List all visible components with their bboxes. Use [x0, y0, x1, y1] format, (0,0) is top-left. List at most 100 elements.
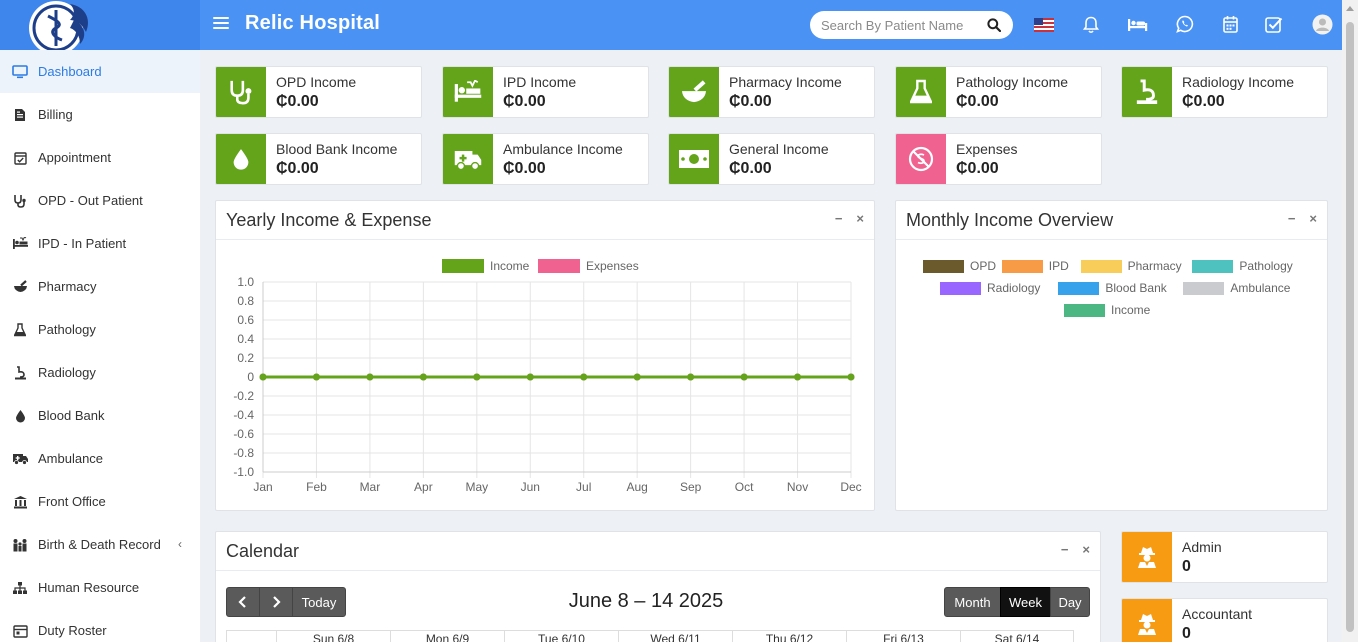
box-icon-bg	[669, 67, 719, 117]
ambulance-income-box[interactable]: Ambulance Income ₵0.00	[442, 133, 649, 185]
expenses-box[interactable]: Expenses ₵0.00	[895, 133, 1102, 185]
day-header: Mon 6/9	[390, 631, 504, 642]
patient-search	[810, 11, 1013, 39]
sidebar-item-label: Front Office	[38, 494, 106, 509]
sidebar-item-birth-death-record[interactable]: Birth & Death Record ‹	[0, 523, 200, 566]
sidebar-item-pharmacy[interactable]: Pharmacy	[0, 265, 200, 308]
opd-income-box[interactable]: OPD Income ₵0.00	[215, 66, 422, 118]
bell-icon[interactable]	[1083, 16, 1099, 34]
procedures-icon	[12, 237, 28, 249]
legend-label: Income	[1111, 303, 1151, 317]
family-icon	[13, 538, 27, 551]
box-value: ₵0.00	[956, 93, 999, 110]
legend-label: Income	[490, 259, 530, 273]
bed-icon[interactable]	[1127, 17, 1148, 32]
x-tick-label: Dec	[840, 480, 861, 494]
search-input[interactable]	[810, 11, 975, 39]
scroll-up-arrow-icon[interactable]	[1346, 6, 1354, 11]
radiology-income-box[interactable]: Radiology Income ₵0.00	[1121, 66, 1328, 118]
ipd-income-box[interactable]: IPD Income ₵0.00	[442, 66, 649, 118]
sidebar-item-ambulance[interactable]: Ambulance	[0, 437, 200, 480]
calendar-icon[interactable]	[1223, 15, 1238, 33]
sidebar-item-dashboard[interactable]: Dashboard	[0, 50, 200, 93]
sidebar-item-appointment[interactable]: Appointment	[0, 136, 200, 179]
sidebar-item-pathology[interactable]: Pathology	[0, 308, 200, 351]
calendar-day-header: Sun 6/8 Mon 6/9 Tue 6/10 Wed 6/11 Thu 6/…	[226, 630, 1074, 642]
close-icon[interactable]: ×	[856, 211, 864, 226]
x-tick-label: Aug	[627, 480, 648, 494]
legend-swatch	[1192, 259, 1234, 273]
legend-item[interactable]: OPD	[923, 259, 996, 273]
minimize-icon[interactable]: −	[835, 211, 843, 226]
y-tick-label: -0.2	[233, 389, 254, 403]
y-tick-label: 0.4	[237, 332, 254, 346]
view-day-button[interactable]: Day	[1050, 587, 1090, 617]
task-check-icon[interactable]	[1265, 16, 1283, 33]
legend-label: OPD	[970, 259, 997, 273]
data-point	[687, 373, 695, 381]
x-tick-label: Nov	[787, 480, 808, 494]
general-income-box[interactable]: General Income ₵0.00	[668, 133, 875, 185]
view-week-button[interactable]: Week	[1000, 587, 1051, 617]
legend-item[interactable]: Ambulance	[1183, 281, 1290, 295]
y-tick-label: 0	[247, 370, 254, 384]
hospital-logo-icon	[29, 1, 89, 50]
day-header: Fri 6/13	[846, 631, 960, 642]
close-icon[interactable]: ×	[1309, 211, 1317, 226]
file-invoice-icon	[15, 108, 25, 121]
page-scrollbar[interactable]	[1342, 0, 1358, 642]
pharmacy-income-box[interactable]: Pharmacy Income ₵0.00	[668, 66, 875, 118]
sidebar-item-front-office[interactable]: Front Office	[0, 480, 200, 523]
panel-tools: − ×	[1061, 542, 1090, 557]
scrollbar-thumb[interactable]	[1346, 22, 1354, 632]
sidebar-item-radiology[interactable]: Radiology	[0, 351, 200, 394]
pathology-income-box[interactable]: Pathology Income ₵0.00	[895, 66, 1102, 118]
box-icon-bg	[443, 67, 493, 117]
legend-item[interactable]: Income	[1064, 303, 1150, 317]
box-icon-bg	[443, 134, 493, 184]
search-icon[interactable]	[987, 18, 1001, 32]
blood-bank-income-box[interactable]: Blood Bank Income ₵0.00	[215, 133, 422, 185]
sidebar-item-opd[interactable]: OPD - Out Patient	[0, 179, 200, 222]
admin-count-box[interactable]: Admin 0	[1121, 531, 1328, 583]
sidebar-item-ipd[interactable]: IPD - In Patient	[0, 222, 200, 265]
sidebar-item-duty-roster[interactable]: Duty Roster	[0, 609, 200, 642]
app-title: Relic Hospital	[245, 12, 381, 34]
panel-header: Calendar − ×	[216, 532, 1100, 571]
view-month-button[interactable]: Month	[944, 587, 1001, 617]
sidebar-toggle-button[interactable]	[213, 14, 229, 34]
ambulance-icon	[12, 454, 28, 465]
sidebar-item-billing[interactable]: Billing	[0, 93, 200, 136]
box-label: General Income	[729, 141, 829, 157]
legend-swatch	[442, 259, 484, 273]
legend-swatch	[1001, 259, 1043, 273]
sidebar-item-label: Birth & Death Record	[38, 537, 161, 552]
legend-item[interactable]: IPD	[1001, 259, 1069, 273]
legend-label: Expenses	[586, 259, 639, 273]
legend-item[interactable]: Blood Bank	[1058, 281, 1167, 295]
whatsapp-icon[interactable]	[1176, 15, 1194, 33]
x-tick-label: Sep	[680, 480, 702, 494]
mortar-pestle-icon	[13, 280, 27, 292]
logo[interactable]	[0, 0, 200, 50]
close-icon[interactable]: ×	[1082, 542, 1090, 557]
user-avatar-icon[interactable]	[1312, 14, 1333, 35]
calendar-panel: Calendar − × Today June 8 – 14 2025 Mont…	[215, 531, 1101, 642]
legend-item[interactable]: Radiology	[940, 281, 1040, 295]
legend-swatch	[940, 281, 981, 295]
sidebar-item-human-resource[interactable]: Human Resource	[0, 566, 200, 609]
flag-us-icon[interactable]	[1034, 18, 1054, 32]
minimize-icon[interactable]: −	[1061, 542, 1069, 557]
data-point	[847, 373, 855, 381]
x-ray-icon	[14, 365, 26, 379]
legend-item[interactable]: Pharmacy	[1080, 259, 1182, 273]
legend-item[interactable]: Pathology	[1192, 259, 1293, 273]
sidebar: Dashboard Billing Appointment OPD - Out …	[0, 50, 200, 642]
legend-swatch	[538, 259, 580, 273]
sidebar-item-blood-bank[interactable]: Blood Bank	[0, 394, 200, 437]
minimize-icon[interactable]: −	[1288, 211, 1296, 226]
accountant-count-box[interactable]: Accountant 0	[1121, 598, 1328, 642]
box-value: ₵0.00	[503, 160, 546, 177]
yearly-income-expense-panel: Yearly Income & Expense − × 1.0 0.8 0.6 0.4…	[215, 200, 875, 511]
x-tick-label: Oct	[735, 480, 754, 494]
